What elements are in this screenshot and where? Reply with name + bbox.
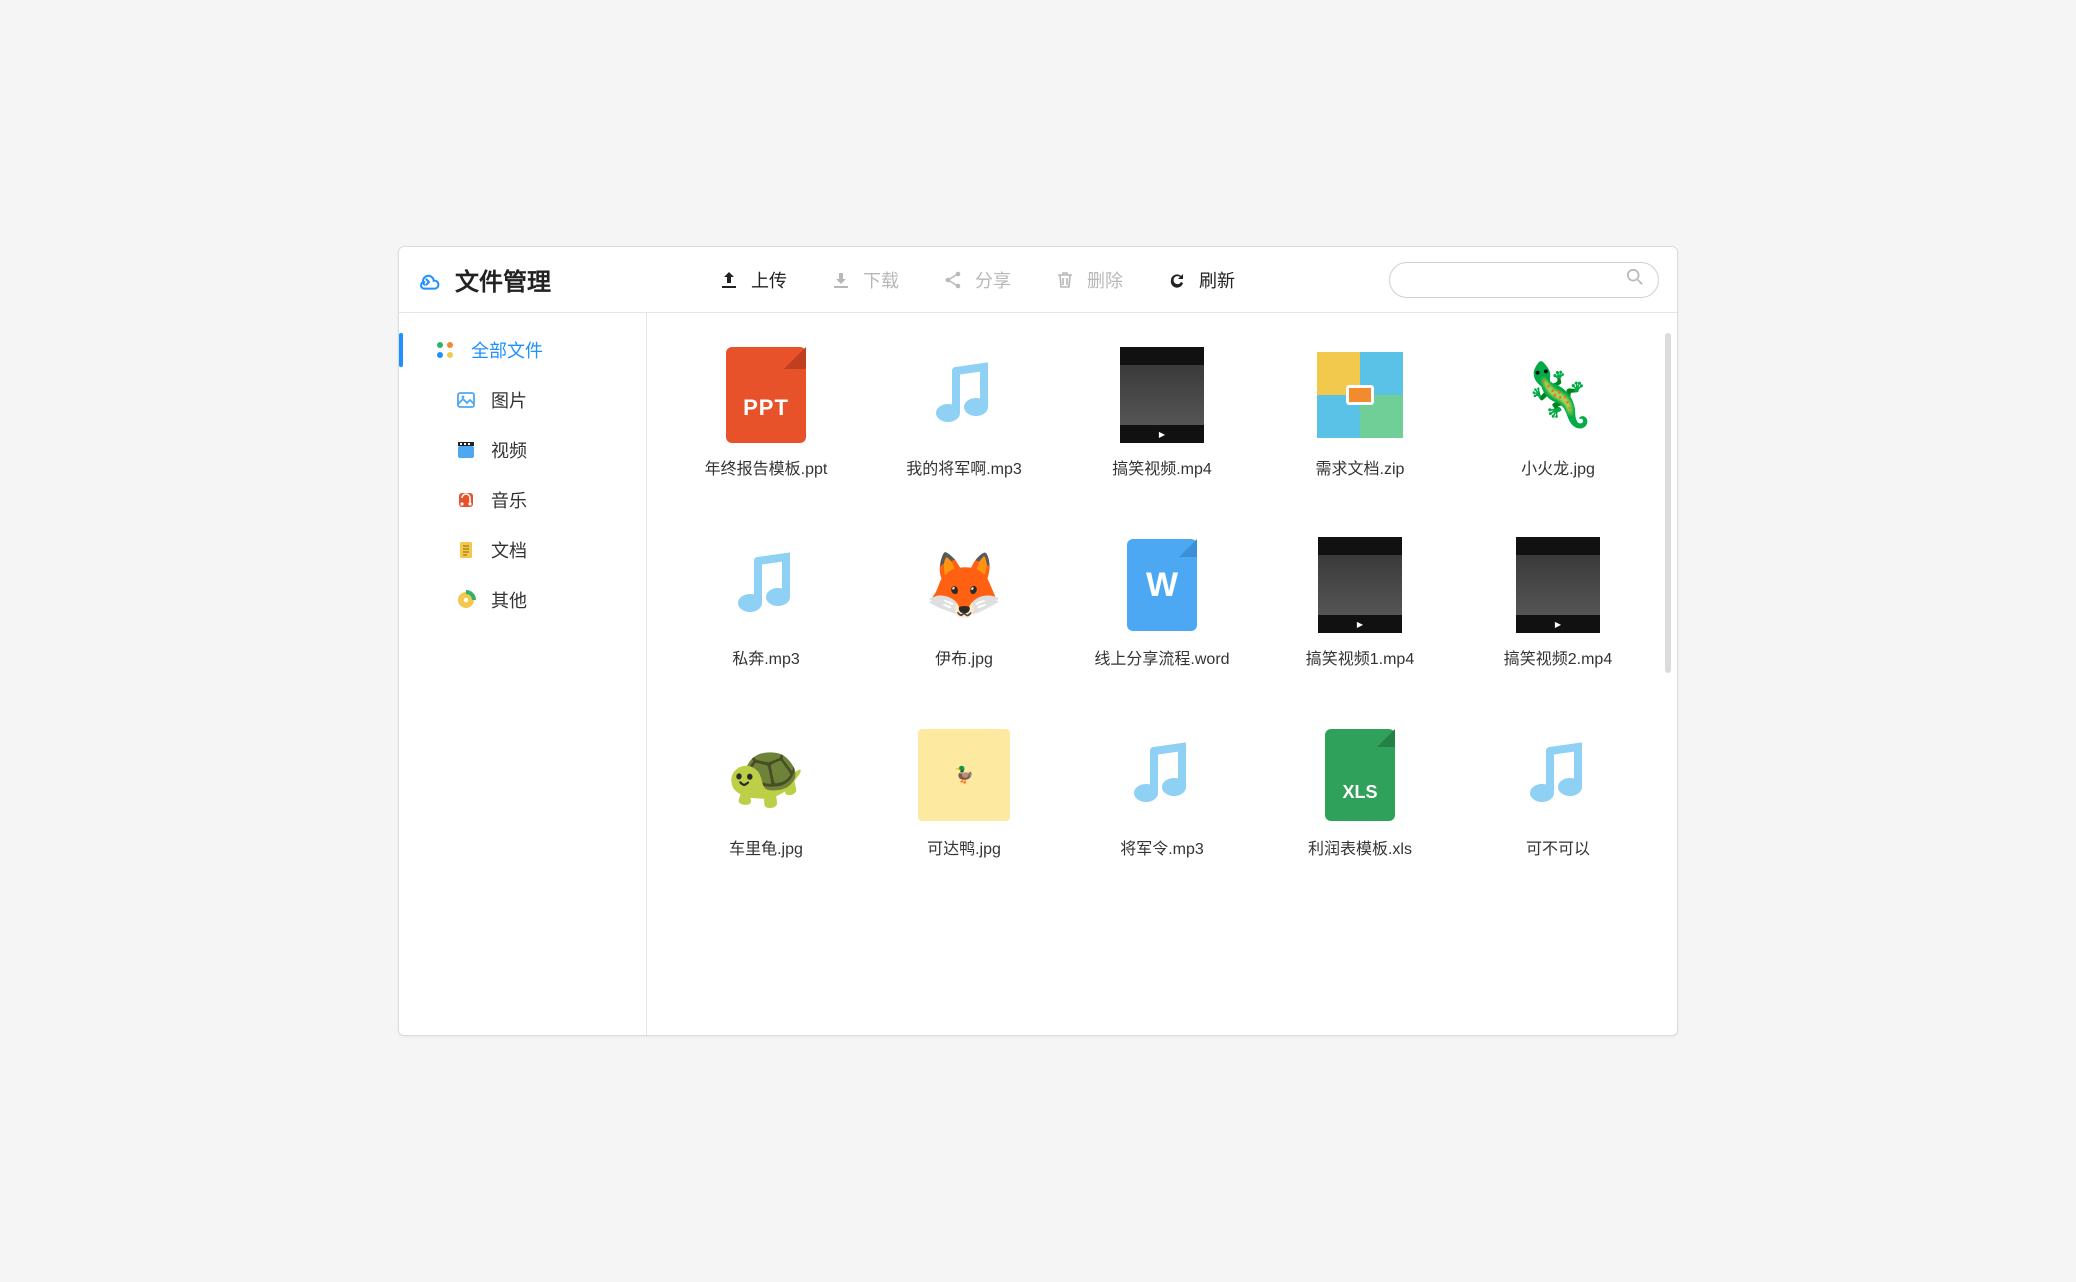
file-item[interactable]: 年终报告模板.ppt <box>667 347 865 479</box>
upload-button[interactable]: 上传 <box>705 261 799 299</box>
file-item[interactable]: 可不可以 <box>1459 727 1657 859</box>
file-thumb: ▶ <box>1510 537 1606 633</box>
file-name: 小火龙.jpg <box>1521 455 1595 479</box>
file-name: 可不可以 <box>1526 835 1590 859</box>
file-name: 将军令.mp3 <box>1120 835 1204 859</box>
refresh-button[interactable]: 刷新 <box>1153 261 1247 299</box>
file-name: 车里龟.jpg <box>729 835 803 859</box>
file-thumb <box>1510 727 1606 823</box>
file-name: 利润表模板.xls <box>1308 835 1412 859</box>
file-thumb: 🐢 <box>718 727 814 823</box>
file-name: 我的将军啊.mp3 <box>906 455 1022 479</box>
body: 全部文件 图片 视频 音乐 <box>399 313 1677 1035</box>
music-icon <box>455 489 477 511</box>
file-thumb: ▶ <box>1114 347 1210 443</box>
image-icon <box>455 389 477 411</box>
file-thumb <box>1312 347 1408 443</box>
file-name: 搞笑视频1.mp4 <box>1306 645 1414 669</box>
app-title: 文件管理 <box>455 262 551 297</box>
video-icon <box>455 439 477 461</box>
file-name: 私奔.mp3 <box>732 645 800 669</box>
cloud-logo-icon <box>417 268 441 292</box>
brand: 文件管理 <box>417 262 657 297</box>
file-item[interactable]: 🦎 小火龙.jpg <box>1459 347 1657 479</box>
file-item[interactable]: 将军令.mp3 <box>1063 727 1261 859</box>
file-item[interactable]: W 线上分享流程.word <box>1063 537 1261 669</box>
sidebar-item-documents[interactable]: 文档 <box>399 525 646 575</box>
file-name: 可达鸭.jpg <box>927 835 1001 859</box>
sidebar-item-others[interactable]: 其他 <box>399 575 646 625</box>
file-thumb: 🦎 <box>1510 347 1606 443</box>
header: 文件管理 上传 下载 分享 <box>399 247 1677 313</box>
upload-icon <box>717 268 741 292</box>
share-button[interactable]: 分享 <box>929 261 1023 299</box>
sidebar-item-label: 视频 <box>491 437 527 463</box>
delete-label: 删除 <box>1087 267 1123 293</box>
app-window: 文件管理 上传 下载 分享 <box>398 246 1678 1036</box>
trash-icon <box>1053 268 1077 292</box>
scrollbar[interactable] <box>1665 333 1671 673</box>
grid-icon <box>433 338 457 362</box>
toolbar: 上传 下载 分享 删除 <box>705 261 1247 299</box>
file-item[interactable]: 利润表模板.xls <box>1261 727 1459 859</box>
file-thumb <box>1114 727 1210 823</box>
sidebar-item-label: 文档 <box>491 537 527 563</box>
file-thumb <box>916 347 1012 443</box>
file-thumb <box>718 347 814 443</box>
file-item[interactable]: 我的将军啊.mp3 <box>865 347 1063 479</box>
download-icon <box>829 268 853 292</box>
disc-icon <box>455 589 477 611</box>
file-thumb: W <box>1114 537 1210 633</box>
file-name: 需求文档.zip <box>1316 455 1405 479</box>
download-button[interactable]: 下载 <box>817 261 911 299</box>
file-name: 搞笑视频2.mp4 <box>1504 645 1612 669</box>
file-thumb: 🦊 <box>916 537 1012 633</box>
file-name: 搞笑视频.mp4 <box>1112 455 1212 479</box>
sidebar-item-label: 音乐 <box>491 487 527 513</box>
file-thumb <box>718 537 814 633</box>
share-icon <box>941 268 965 292</box>
file-grid: 年终报告模板.ppt 我的将军啊.mp3 ▶ 搞笑视频.mp4 需求文档.zip 🦎 小火龙… <box>647 313 1677 879</box>
refresh-icon <box>1165 268 1189 292</box>
file-item[interactable]: ▶ 搞笑视频1.mp4 <box>1261 537 1459 669</box>
sidebar-item-videos[interactable]: 视频 <box>399 425 646 475</box>
sidebar-item-images[interactable]: 图片 <box>399 375 646 425</box>
file-name: 年终报告模板.ppt <box>705 455 828 479</box>
sidebar-item-label: 全部文件 <box>471 337 543 363</box>
file-item[interactable]: 私奔.mp3 <box>667 537 865 669</box>
file-item[interactable]: 🐢 车里龟.jpg <box>667 727 865 859</box>
file-item[interactable]: 需求文档.zip <box>1261 347 1459 479</box>
content-area: 年终报告模板.ppt 我的将军啊.mp3 ▶ 搞笑视频.mp4 需求文档.zip 🦎 小火龙… <box>647 313 1677 1035</box>
file-item[interactable]: ▶ 搞笑视频.mp4 <box>1063 347 1261 479</box>
upload-label: 上传 <box>751 267 787 293</box>
file-item[interactable]: 🦆 可达鸭.jpg <box>865 727 1063 859</box>
file-name: 线上分享流程.word <box>1094 645 1229 669</box>
file-item[interactable]: ▶ 搞笑视频2.mp4 <box>1459 537 1657 669</box>
file-name: 伊布.jpg <box>935 645 993 669</box>
search-input[interactable] <box>1404 271 1626 288</box>
document-icon <box>455 539 477 561</box>
sidebar-item-label: 图片 <box>491 387 527 413</box>
share-label: 分享 <box>975 267 1011 293</box>
search-icon <box>1626 268 1644 291</box>
file-thumb: 🦆 <box>916 727 1012 823</box>
sidebar-item-music[interactable]: 音乐 <box>399 475 646 525</box>
sidebar: 全部文件 图片 视频 音乐 <box>399 313 647 1035</box>
delete-button[interactable]: 删除 <box>1041 261 1135 299</box>
refresh-label: 刷新 <box>1199 267 1235 293</box>
file-thumb: ▶ <box>1312 537 1408 633</box>
sidebar-item-all-files[interactable]: 全部文件 <box>399 325 646 375</box>
file-item[interactable]: 🦊 伊布.jpg <box>865 537 1063 669</box>
download-label: 下载 <box>863 267 899 293</box>
sidebar-item-label: 其他 <box>491 587 527 613</box>
search-box[interactable] <box>1389 262 1659 298</box>
file-thumb <box>1312 727 1408 823</box>
